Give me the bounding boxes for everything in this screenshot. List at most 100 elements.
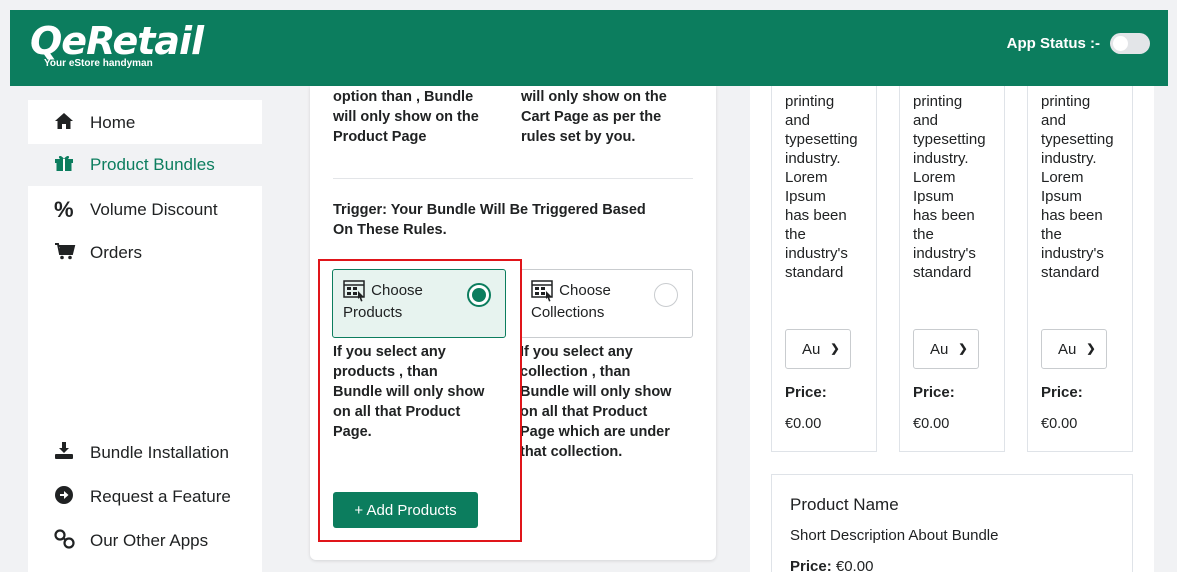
chevron-down-icon: ❯	[958, 342, 968, 355]
product-price: Price: €0.00	[790, 558, 1132, 572]
variant-select[interactable]: Au ❯	[785, 329, 851, 369]
text-line: Lorem	[913, 169, 956, 186]
text-line: typesetting	[1041, 131, 1114, 148]
text-line: standard	[1041, 264, 1100, 281]
link-icon	[54, 528, 90, 554]
sidebar-item-label: Request a Feature	[90, 487, 231, 506]
text-line: collection , than	[520, 364, 631, 380]
preview-product-card: printing and typesetting industry. Lorem…	[899, 86, 1005, 452]
variant-select[interactable]: Au ❯	[1041, 329, 1107, 369]
percent-icon: %	[54, 197, 74, 222]
product-short-description: Short Description About Bundle	[790, 527, 999, 544]
price-value: €0.00	[1041, 416, 1078, 432]
bundle-placement-desc-right: will only show on the Cart Page as per t…	[521, 87, 667, 147]
text-line: printing	[1041, 93, 1091, 110]
sidebar-item-orders[interactable]: Orders	[28, 232, 262, 274]
sidebar-item-request-feature[interactable]: Request a Feature	[28, 476, 262, 518]
top-header: QeRetail Your eStore handyman App Status…	[10, 10, 1168, 86]
text-line: Page which are under	[520, 424, 670, 440]
select-value: Au	[802, 340, 821, 358]
text-line: the	[913, 226, 934, 243]
text-line: Lorem	[785, 169, 828, 186]
text-line: the	[1041, 226, 1062, 243]
text-line: standard	[785, 264, 844, 281]
sidebar-item-volume-discount[interactable]: % Volume Discount	[28, 189, 262, 231]
text-line: Bundle will only show	[520, 384, 672, 400]
text-line: Product Page	[333, 129, 427, 145]
collection-grid-icon	[531, 280, 555, 302]
price-label: Price:	[913, 384, 955, 401]
sidebar-item-other-apps[interactable]: Our Other Apps	[28, 520, 262, 562]
text-line: industry's	[1041, 245, 1104, 262]
bundle-product-card: Product Name Short Description About Bun…	[771, 474, 1133, 572]
text-line: will only show on the	[521, 89, 667, 105]
home-icon	[54, 112, 90, 135]
price-value: €0.00	[913, 416, 950, 432]
select-value: Au	[1058, 340, 1077, 358]
variant-select[interactable]: Au ❯	[913, 329, 979, 369]
text-line: typesetting	[785, 131, 858, 148]
text-line: printing	[785, 93, 835, 110]
product-name: Product Name	[790, 495, 899, 514]
preview-product-card: printing and typesetting industry. Lorem…	[1027, 86, 1133, 452]
text-line: industry.	[785, 150, 841, 167]
text-line: Trigger: Your Bundle Will Be Triggered B…	[333, 202, 646, 218]
download-icon	[54, 441, 90, 465]
sidebar-item-label: Product Bundles	[90, 155, 215, 174]
price-label: Price:	[790, 558, 832, 572]
app-status: App Status :-	[1007, 33, 1150, 54]
price-value: €0.00	[835, 558, 874, 572]
logo-text: QeRetail	[30, 19, 204, 63]
select-value: Au	[930, 340, 949, 358]
text-line: Cart Page as per the	[521, 109, 662, 125]
price-value: €0.00	[785, 416, 822, 432]
bundle-placement-desc-left: option than , Bundle will only show on t…	[333, 87, 479, 147]
sidebar-item-home[interactable]: Home	[28, 102, 262, 144]
text-line: industry's	[785, 245, 848, 262]
sidebar-item-bundle-installation[interactable]: Bundle Installation	[28, 432, 262, 474]
text-line: industry.	[1041, 150, 1097, 167]
text-line: option than , Bundle	[333, 89, 474, 105]
highlight-box	[318, 259, 522, 542]
trigger-heading: Trigger: Your Bundle Will Be Triggered B…	[333, 200, 646, 240]
text-line: the	[785, 226, 806, 243]
chevron-down-icon: ❯	[1086, 342, 1096, 355]
sidebar-item-label: Bundle Installation	[90, 443, 229, 462]
price-label: Price:	[1041, 384, 1083, 401]
sidebar-item-label: Volume Discount	[90, 200, 218, 219]
collections-option-description: If you select any collection , than Bund…	[520, 342, 671, 462]
text-line: that collection.	[520, 444, 623, 460]
option-label-line: Choose	[559, 282, 611, 299]
text-line: and	[1041, 112, 1067, 129]
text-line: industry.	[913, 150, 969, 167]
text-line: Ipsum	[785, 188, 826, 205]
text-line: has been	[913, 207, 975, 224]
text-line: Ipsum	[913, 188, 954, 205]
text-line: has been	[1041, 207, 1103, 224]
sidebar-item-product-bundles[interactable]: Product Bundles	[28, 144, 262, 186]
text-line: and	[913, 112, 939, 129]
arrow-circle-icon	[54, 485, 90, 510]
radio-unselected[interactable]	[654, 283, 678, 307]
app-status-label: App Status :-	[1006, 35, 1100, 52]
sidebar: Home Product Bundles % Volume Discount O…	[28, 100, 262, 572]
text-line: on all that Product	[520, 404, 648, 420]
product-description: printing and typesetting industry. Lorem…	[913, 92, 1003, 282]
text-line: If you select any	[520, 344, 633, 360]
app-logo[interactable]: QeRetail Your eStore handyman	[30, 19, 204, 69]
price-label: Price:	[785, 384, 827, 401]
app-status-toggle[interactable]	[1110, 33, 1150, 54]
text-line: Ipsum	[1041, 188, 1082, 205]
product-description: printing and typesetting industry. Lorem…	[1041, 92, 1131, 282]
text-line: standard	[913, 264, 972, 281]
divider	[333, 178, 693, 179]
text-line: will only show on the	[333, 109, 479, 125]
text-line: typesetting	[913, 131, 986, 148]
text-line: industry's	[913, 245, 976, 262]
option-choose-collections[interactable]: Choose Collections	[520, 269, 693, 338]
text-line: rules set by you.	[521, 129, 636, 145]
chevron-down-icon: ❯	[830, 342, 840, 355]
text-line: printing	[913, 93, 963, 110]
sidebar-item-label: Our Other Apps	[90, 531, 209, 550]
text-line: Lorem	[1041, 169, 1084, 186]
